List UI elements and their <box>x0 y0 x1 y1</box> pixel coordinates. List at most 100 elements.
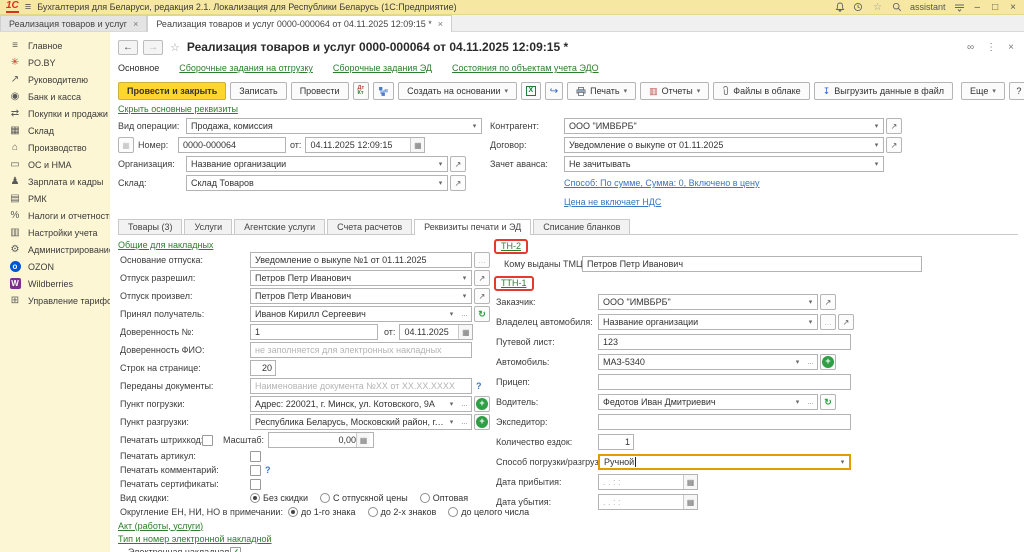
open-made-button[interactable]: ↗ <box>474 288 490 304</box>
choose-icon[interactable]: … <box>804 355 817 369</box>
open-counterparty-button[interactable]: ↗ <box>886 118 902 134</box>
choose-owner-button[interactable]: … <box>820 314 836 330</box>
dropdown-icon[interactable]: ▾ <box>870 119 883 133</box>
create-based-on-button[interactable]: Создать на основании ▾ <box>398 82 518 100</box>
nav-main[interactable]: Основное <box>118 63 159 73</box>
main-menu-icon[interactable]: ≡ <box>25 1 31 13</box>
more-menu-icon[interactable]: ⋮ <box>986 42 996 53</box>
radio-from-selling-price[interactable]: С отпускной цены <box>320 493 408 503</box>
sidebar-item-po-by[interactable]: ✳ PO.BY <box>0 54 110 71</box>
sidebar-item-purchases-sales[interactable]: ⇄ Покупки и продажи <box>0 105 110 122</box>
sidebar-item-taxes[interactable]: % Налоги и отчетность <box>0 207 114 224</box>
car-owner-combobox[interactable]: Название организации ▾ <box>598 314 818 330</box>
sidebar-item-production[interactable]: ⌂ Производство <box>0 139 110 156</box>
unloading-point-combobox[interactable]: Республика Беларусь, Московский район, г… <box>250 414 472 430</box>
radio-round-1[interactable]: до 1-го знака <box>287 507 356 517</box>
calendar-icon[interactable]: ▦ <box>458 325 473 339</box>
more-button[interactable]: Еще ▾ <box>961 82 1005 100</box>
dropdown-icon[interactable]: ▾ <box>434 157 447 171</box>
tab-blank-writeoff[interactable]: Списание бланков <box>533 219 631 234</box>
sidebar-item-os-nma[interactable]: ▭ ОС и НМА <box>0 156 110 173</box>
add-loading-point-button[interactable]: + <box>474 396 490 412</box>
dropdown-icon[interactable]: ▾ <box>434 176 447 190</box>
forward-button[interactable]: → <box>143 39 163 55</box>
basis-input[interactable]: Уведомление о выкупе №1 от 01.11.2025 <box>250 252 472 268</box>
date-input[interactable]: 04.11.2025 12:09:15 ▦ <box>305 137 426 153</box>
dropdown-icon[interactable]: ▾ <box>836 456 849 468</box>
dropdown-icon[interactable]: ▾ <box>458 271 471 285</box>
vat-price-link[interactable]: Цена не включает НДС <box>564 197 661 207</box>
service-menu-icon[interactable] <box>954 3 965 12</box>
sidebar-item-salary[interactable]: ♟ Зарплата и кадры <box>0 173 110 190</box>
forwarder-input[interactable] <box>598 414 851 430</box>
dropdown-icon[interactable]: ▾ <box>468 119 481 133</box>
tab-services[interactable]: Услуги <box>184 219 233 234</box>
window-tab-document[interactable]: Реализация товаров и услуг 0000-000064 о… <box>147 15 453 32</box>
cloud-files-button[interactable]: Файлы в облаке <box>713 82 810 100</box>
transferred-docs-input[interactable]: Наименование документа №XX от XX.XX.XXXX <box>250 378 472 394</box>
counterparty-combobox[interactable]: ООО "ИМВБРБ" ▾ <box>564 118 884 134</box>
print-article-checkbox[interactable] <box>250 450 261 462</box>
add-unloading-point-button[interactable]: + <box>474 414 490 430</box>
sidebar-item-wildberries[interactable]: W Wildberries <box>0 275 110 292</box>
calendar-icon[interactable]: ▦ <box>683 475 697 489</box>
export-data-button[interactable]: ↧ Выгрузить данные в файл <box>813 82 954 100</box>
window-tab-list[interactable]: Реализация товаров и услуг × <box>0 15 148 31</box>
dropdown-icon[interactable]: ▾ <box>804 315 817 329</box>
dtkt-postings-button[interactable]: Дт Кт <box>352 82 370 100</box>
warehouse-combobox[interactable]: Склад Товаров ▾ <box>186 175 448 191</box>
radio-wholesale[interactable]: Оптовая <box>419 493 468 503</box>
receiver-combobox[interactable]: Иванов Кирилл Сергеевич ▾… <box>250 306 472 322</box>
dropdown-icon[interactable]: ▾ <box>791 355 804 369</box>
release-made-combobox[interactable]: Петров Петр Иванович ▾ <box>250 288 472 304</box>
print-barcode-checkbox[interactable] <box>202 434 213 446</box>
loading-point-combobox[interactable]: Адрес: 220021, г. Минск, ул. Котовского,… <box>250 396 472 412</box>
poa-number-input[interactable]: 1 <box>250 324 378 340</box>
release-allowed-combobox[interactable]: Петров Петр Иванович ▾ <box>250 270 472 286</box>
favorite-star-icon[interactable]: ☆ <box>170 41 180 54</box>
restore-button[interactable]: □ <box>990 2 1000 13</box>
dropdown-icon[interactable]: ▾ <box>791 395 804 409</box>
print-comment-checkbox[interactable] <box>250 464 261 476</box>
minimize-button[interactable]: – <box>973 2 983 13</box>
sidebar-item-manager[interactable]: ↗ Руководителю <box>0 71 110 88</box>
choose-icon[interactable]: … <box>458 307 471 321</box>
close-window-button[interactable]: × <box>1008 2 1018 13</box>
tn2-link[interactable]: ТН-2 <box>501 241 521 251</box>
sidebar-item-bank[interactable]: ◉ Банк и касса <box>0 88 110 105</box>
poa-date-input[interactable]: 04.11.2025 ▦ <box>399 324 474 340</box>
open-owner-button[interactable]: ↗ <box>838 314 854 330</box>
driver-combobox[interactable]: Федотов Иван Дмитриевич ▾… <box>598 394 818 410</box>
dropdown-icon[interactable]: ▾ <box>870 157 883 171</box>
dropdown-icon[interactable]: ▾ <box>870 138 883 152</box>
common-invoices-link[interactable]: Общие для накладных <box>118 240 213 250</box>
notifications-bell-icon[interactable] <box>835 2 845 12</box>
sidebar-item-accounting-settings[interactable]: ▥ Настройки учета <box>0 224 110 241</box>
help-question-icon[interactable]: ? <box>476 381 482 391</box>
get-link-icon[interactable]: ∞ <box>967 42 974 53</box>
open-contract-button[interactable]: ↗ <box>886 137 902 153</box>
nav-assembly-tasks[interactable]: Сборочные задания на отгрузку <box>179 63 313 73</box>
help-question-icon[interactable]: ? <box>265 465 271 475</box>
help-button[interactable]: ? <box>1008 82 1024 100</box>
search-icon[interactable] <box>892 2 902 12</box>
nav-edo-states[interactable]: Состояния по объектам учета ЭДО <box>452 63 599 73</box>
trips-count-input[interactable]: 1 <box>598 434 634 450</box>
dropdown-icon[interactable]: ▾ <box>445 397 458 411</box>
write-button[interactable]: Записать <box>230 82 287 100</box>
post-and-close-button[interactable]: Провести и закрыть <box>118 82 227 100</box>
tmc-issued-input[interactable]: Петров Петр Иванович <box>582 256 922 272</box>
scale-input[interactable]: 0,00 ▦ <box>268 432 375 448</box>
rows-per-page-input[interactable]: 20 <box>250 360 276 376</box>
send-email-button[interactable]: ↪ <box>544 82 564 100</box>
tab-goods[interactable]: Товары (3) <box>118 219 183 234</box>
enote-type-link[interactable]: Тип и номер электронной накладной <box>118 534 272 544</box>
advance-combobox[interactable]: Не зачитывать ▾ <box>564 156 884 172</box>
sidebar-item-main[interactable]: ≡ Главное <box>0 37 110 54</box>
sidebar-item-ozon[interactable]: o OZON <box>0 258 110 275</box>
calendar-icon[interactable]: ▦ <box>683 495 697 509</box>
loading-method-combobox[interactable]: Ручной ▾ <box>598 454 851 470</box>
open-customer-button[interactable]: ↗ <box>820 294 836 310</box>
sidebar-item-administration[interactable]: ⚙ Администрирование <box>0 241 114 258</box>
car-combobox[interactable]: МАЗ-5340 ▾… <box>598 354 818 370</box>
